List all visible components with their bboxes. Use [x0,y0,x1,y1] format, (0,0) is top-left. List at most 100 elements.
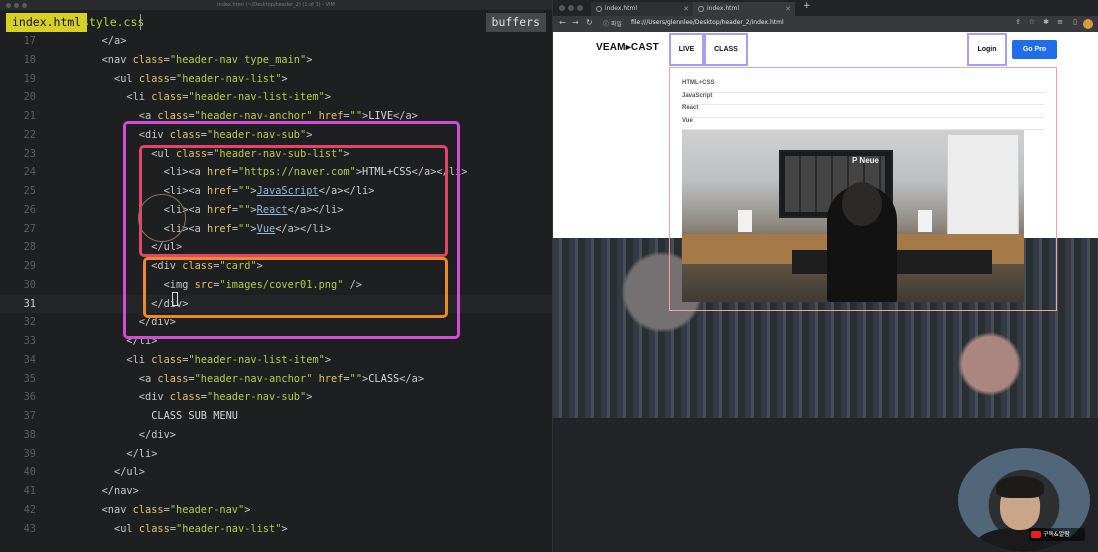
code-token: <img [163,278,195,291]
vim-editor[interactable]: index.html (~/Desktop/header_2) (1 of 3)… [0,0,552,552]
browser-tab[interactable]: index.html ✕ [591,2,693,16]
code-line[interactable]: 28 </ul> [0,238,552,257]
code-text: <img src="images/cover01.png" /> [52,276,362,295]
new-tab-button[interactable]: + [803,1,811,11]
code-line[interactable]: 22 <div class="header-nav-sub"> [0,126,552,145]
maximize-dot[interactable] [577,5,583,11]
code-line[interactable]: 43 <ul class="header-nav-list"> [0,520,552,539]
profile-avatar-icon[interactable] [1083,19,1093,29]
forward-icon[interactable]: → [572,18,579,27]
code-text: </ul> [52,463,145,482]
browser-tab-active[interactable]: index.html ✕ [693,2,795,16]
login-link[interactable]: Login [967,33,1007,66]
code-token: "header-nav-sub-list" [213,147,344,160]
code-line[interactable]: 40 </ul> [0,463,552,482]
url-field[interactable]: file:///Users/glennlee/Desktop/header_2/… [631,19,784,26]
close-dot[interactable] [559,5,565,11]
code-line[interactable]: 24 <li><a href="https://naver.com">HTML+… [0,163,552,182]
code-line[interactable]: 31 </div> [0,294,552,314]
mouse-cursor-ring [138,194,186,242]
code-token: href [207,203,232,216]
code-token: <div [138,128,170,141]
sidebar-icon[interactable]: ▯ [1073,18,1077,26]
code-line[interactable]: 18 <nav class="header-nav type_main"> [0,51,552,70]
code-token: </ul> [151,241,183,254]
code-line[interactable]: 38 </div> [0,426,552,445]
code-token: "" [238,185,251,197]
code-line[interactable]: 36 <div class="header-nav-sub"> [0,388,552,407]
code-line[interactable]: 29 <div class="card"> [0,257,552,276]
code-line[interactable]: 41 </nav> [0,482,552,501]
code-line[interactable]: 34 <li class="header-nav-list-item"> [0,351,552,370]
back-icon[interactable]: ← [559,18,566,27]
minimize-dot[interactable] [568,5,574,11]
menu-icon[interactable]: ≡ [1057,18,1063,26]
close-tab-icon[interactable]: ✕ [683,2,689,16]
code-area[interactable]: 17 </a> 18 <nav class="header-nav type_ma… [0,32,552,538]
code-token: </nav> [101,485,139,497]
close-tab-icon[interactable]: ✕ [785,2,791,16]
nav-class-link[interactable]: CLASS [704,33,748,66]
code-text: <li><a href="">Vue</a></li> [52,220,331,239]
code-token: <li><a [163,166,207,179]
line-number: 23 [23,147,36,160]
code-token: src [194,278,214,291]
code-line[interactable]: 25 <li><a href="">JavaScript</a></li> [0,182,552,201]
code-line[interactable]: 17 </a> [0,32,552,51]
line-number: 42 [23,503,36,516]
code-line[interactable]: 30 <img src="images/cover01.png" /> [0,276,552,295]
extensions-icon[interactable]: ✱ [1043,18,1049,26]
site-logo[interactable]: VEAM▸CAST [596,42,659,53]
line-number: 40 [23,466,36,479]
youtube-icon [1031,531,1041,538]
code-line[interactable]: 33 </li> [0,332,552,351]
code-token: Vue [256,222,276,235]
code-token: class [151,91,183,104]
code-line[interactable]: 37 CLASS SUB MENU [0,407,552,426]
sub-item-javascript[interactable]: JavaScript [682,93,1044,105]
line-number: 37 [23,410,36,422]
code-token: LIVE [368,110,394,122]
code-token: "" [349,110,363,122]
code-token: </li> [126,335,158,347]
reload-icon[interactable]: ↻ [586,18,593,27]
code-text: <a class="header-nav-anchor" href="">CLA… [52,370,424,389]
sub-item-react[interactable]: React [682,105,1044,118]
nav-live-link[interactable]: LIVE [669,33,704,66]
code-text: <li class="header-nav-list-item"> [52,351,331,370]
code-token: "header-nav" [169,503,245,516]
code-line[interactable]: 20 <li class="header-nav-list-item"> [0,88,552,107]
line-number: 26 [23,203,36,216]
star-icon[interactable]: ☆ [1029,18,1035,26]
go-pro-button[interactable]: Go Pro [1012,40,1057,59]
code-token: "card" [219,260,257,272]
code-line[interactable]: 42 <nav class="header-nav"> [0,501,552,520]
site-info[interactable]: ⓘ 파일 [603,19,622,28]
code-line[interactable]: 26 <li><a href="">React</a></li> [0,201,552,220]
code-token: class [176,147,208,160]
code-line[interactable]: 39 </li> [0,445,552,464]
buffers-label: buffers [485,13,546,32]
code-line[interactable]: 35 <a class="header-nav-anchor" href="">… [0,370,552,389]
code-token: </ul> [114,466,145,479]
share-icon[interactable]: ⇪ [1015,18,1021,26]
code-text: <nav class="header-nav"> [52,501,251,520]
code-line[interactable]: 19 <ul class="header-nav-list"> [0,70,552,89]
code-line[interactable]: 23 <ul class="header-nav-sub-list"> [0,145,552,164]
code-token: </a></li> [411,166,468,179]
code-token: class [182,260,214,272]
code-line[interactable]: 32 </div> [0,313,552,332]
code-line[interactable]: 27 <li><a href="">Vue</a></li> [0,220,552,239]
code-token: "" [349,372,363,385]
text-caret [172,292,178,306]
code-token: class [138,522,170,535]
sub-item-html-css[interactable]: HTML+CSS [682,80,1044,93]
code-line[interactable]: 21 <a class="header-nav-anchor" href="">… [0,107,552,126]
